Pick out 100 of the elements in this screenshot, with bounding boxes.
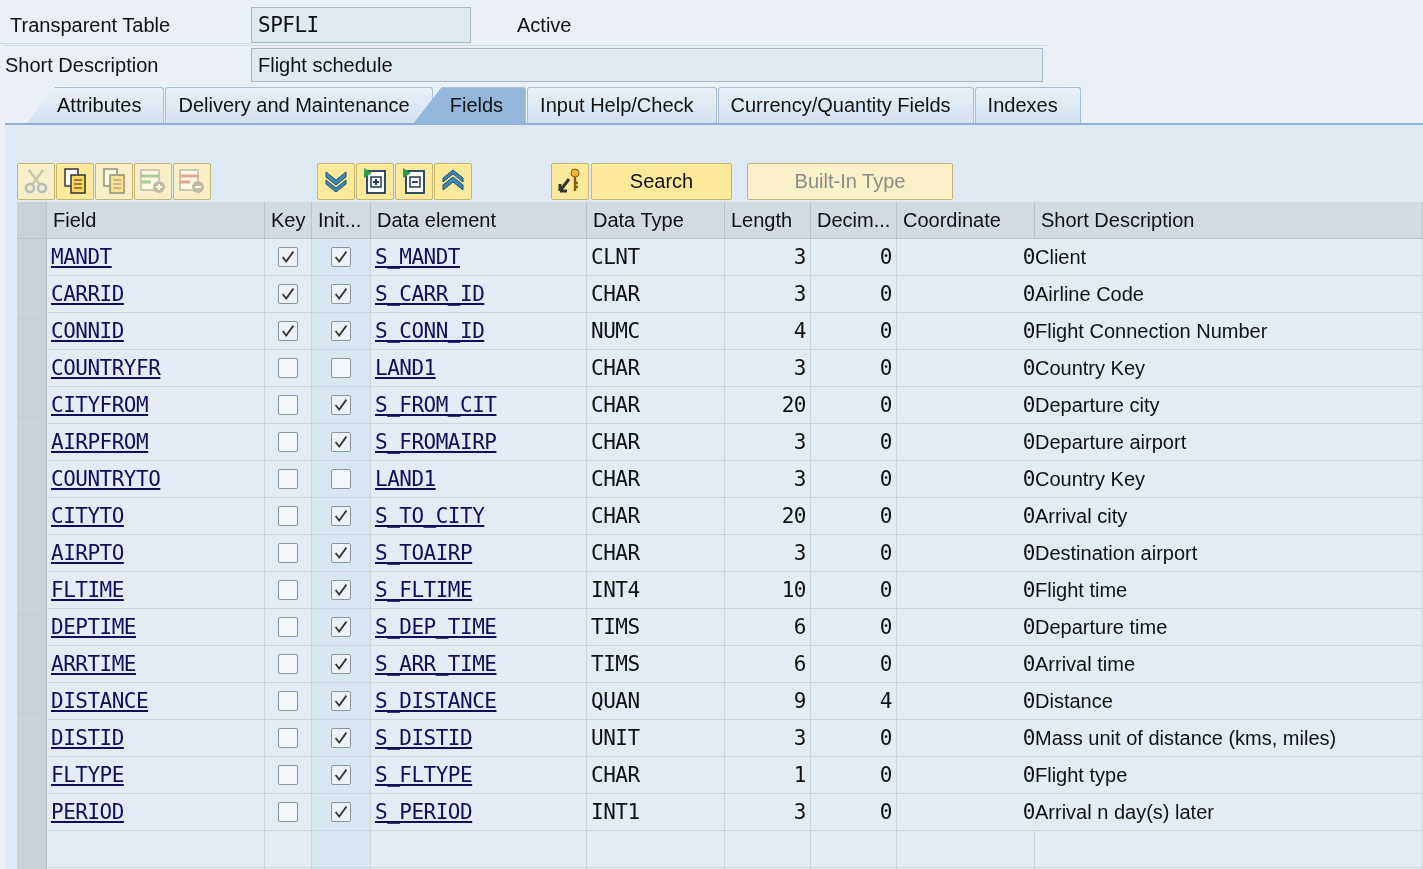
key-arrow-button[interactable] <box>551 162 589 200</box>
key-checkbox[interactable] <box>278 247 298 267</box>
decimals-cell: 0 <box>811 424 897 461</box>
key-checkbox[interactable] <box>278 284 298 304</box>
minus-box-icon <box>401 167 427 195</box>
length-cell: 3 <box>725 461 811 498</box>
field-link[interactable]: MANDT <box>51 245 112 269</box>
data-element-link[interactable]: S_FROMAIRP <box>375 430 497 454</box>
tab[interactable]: Delivery and Maintenance <box>165 87 433 123</box>
data-element-link[interactable]: S_FROM_CIT <box>375 393 497 417</box>
coordinate-cell: 0 <box>897 757 1035 794</box>
length-cell: 6 <box>725 609 811 646</box>
column-header[interactable]: Init... <box>312 202 371 239</box>
data-element-link[interactable]: S_FLTYPE <box>375 763 473 787</box>
column-header[interactable]: Data Type <box>587 202 725 239</box>
select-all-cell[interactable] <box>17 202 47 239</box>
initial-checkbox[interactable] <box>331 247 351 267</box>
key-checkbox[interactable] <box>278 395 298 415</box>
initial-checkbox[interactable] <box>331 469 351 489</box>
chevron-down-button[interactable] <box>317 162 355 200</box>
column-header[interactable]: Decim... <box>811 202 897 239</box>
tab[interactable]: Currency/Quantity Fields <box>717 87 974 123</box>
field-link[interactable]: COUNTRYFR <box>51 356 161 380</box>
initial-checkbox[interactable] <box>331 321 351 341</box>
field-link[interactable]: CONNID <box>51 319 124 343</box>
initial-checkbox[interactable] <box>331 580 351 600</box>
key-checkbox[interactable] <box>278 358 298 378</box>
key-checkbox[interactable] <box>278 580 298 600</box>
initial-checkbox[interactable] <box>331 617 351 637</box>
column-header[interactable]: Data element <box>371 202 587 239</box>
field-link[interactable]: DISTANCE <box>51 689 149 713</box>
field-link[interactable]: AIRPTO <box>51 541 124 565</box>
field-link[interactable]: COUNTRYTO <box>51 467 161 491</box>
data-element-link[interactable]: S_TO_CITY <box>375 504 485 528</box>
key-checkbox[interactable] <box>278 543 298 563</box>
initial-checkbox[interactable] <box>331 765 351 785</box>
field-link[interactable]: CARRID <box>51 282 124 306</box>
key-checkbox[interactable] <box>278 469 298 489</box>
description-field[interactable]: Flight schedule <box>251 48 1043 82</box>
column-header[interactable]: Field <box>47 202 265 239</box>
toolbar-button[interactable]: Search <box>591 162 732 200</box>
field-link[interactable]: CITYTO <box>51 504 124 528</box>
minus-box-button[interactable] <box>395 162 433 200</box>
key-checkbox[interactable] <box>278 321 298 341</box>
data-element-link[interactable]: LAND1 <box>375 356 436 380</box>
data-element-link[interactable]: LAND1 <box>375 467 436 491</box>
column-header[interactable]: Coordinate <box>897 202 1035 239</box>
initial-checkbox[interactable] <box>331 802 351 822</box>
data-element-link[interactable]: S_DISTID <box>375 726 473 750</box>
initial-checkbox[interactable] <box>331 395 351 415</box>
chevron-up-button[interactable] <box>434 162 472 200</box>
data-element-link[interactable]: S_ARR_TIME <box>375 652 497 676</box>
field-link[interactable]: FLTIME <box>51 578 124 602</box>
column-header[interactable]: Key <box>265 202 312 239</box>
key-checkbox[interactable] <box>278 765 298 785</box>
field-link[interactable]: ARRTIME <box>51 652 136 676</box>
copy-button[interactable] <box>56 162 94 200</box>
initial-checkbox[interactable] <box>331 543 351 563</box>
data-type-cell: CHAR <box>587 387 725 424</box>
key-checkbox[interactable] <box>278 728 298 748</box>
table-name-field[interactable]: SPFLI <box>251 7 471 43</box>
initial-checkbox[interactable] <box>331 691 351 711</box>
column-header[interactable]: Short Description <box>1035 202 1423 239</box>
tab[interactable]: Input Help/Check <box>527 87 717 123</box>
data-element-link[interactable]: S_CONN_ID <box>375 319 485 343</box>
column-header[interactable]: Length <box>725 202 811 239</box>
key-checkbox[interactable] <box>278 617 298 637</box>
coordinate-cell: 0 <box>897 276 1035 313</box>
key-checkbox[interactable] <box>278 432 298 452</box>
tab[interactable]: Indexes <box>974 87 1081 123</box>
initial-checkbox[interactable] <box>331 728 351 748</box>
data-type-cell: INT1 <box>587 794 725 831</box>
key-checkbox[interactable] <box>278 691 298 711</box>
field-link[interactable]: PERIOD <box>51 800 124 824</box>
key-checkbox[interactable] <box>278 654 298 674</box>
data-element-link[interactable]: S_DEP_TIME <box>375 615 497 639</box>
key-checkbox[interactable] <box>278 506 298 526</box>
data-element-link[interactable]: S_TOAIRP <box>375 541 473 565</box>
coordinate-cell: 0 <box>897 313 1035 350</box>
data-element-link[interactable]: S_DISTANCE <box>375 689 497 713</box>
field-link[interactable]: DISTID <box>51 726 124 750</box>
key-checkbox[interactable] <box>278 802 298 822</box>
initial-checkbox[interactable] <box>331 506 351 526</box>
data-element-link[interactable]: S_CARR_ID <box>375 282 485 306</box>
field-link[interactable]: CITYFROM <box>51 393 149 417</box>
chevron-down-icon <box>323 168 349 194</box>
data-element-link[interactable]: S_FLTIME <box>375 578 473 602</box>
field-link[interactable]: FLTYPE <box>51 763 124 787</box>
field-link[interactable]: AIRPFROM <box>51 430 149 454</box>
field-link[interactable]: DEPTIME <box>51 615 136 639</box>
plus-box-button[interactable] <box>356 162 394 200</box>
initial-checkbox[interactable] <box>331 654 351 674</box>
initial-checkbox[interactable] <box>331 358 351 378</box>
initial-checkbox[interactable] <box>331 284 351 304</box>
initial-checkbox[interactable] <box>331 432 351 452</box>
coordinate-cell: 0 <box>897 609 1035 646</box>
data-element-link[interactable]: S_MANDT <box>375 245 460 269</box>
data-element-link[interactable]: S_PERIOD <box>375 800 473 824</box>
decimals-cell: 0 <box>811 313 897 350</box>
tab[interactable]: Attributes <box>27 87 165 123</box>
